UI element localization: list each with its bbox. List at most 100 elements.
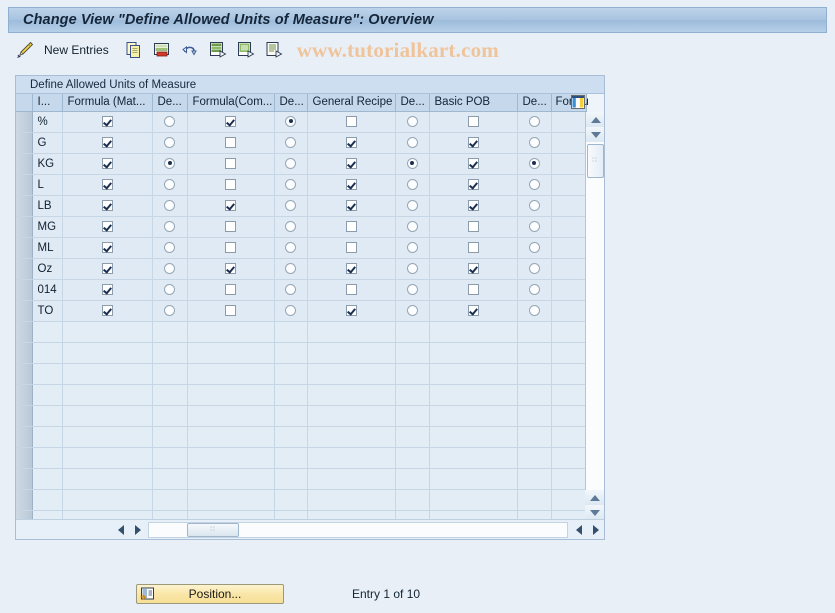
radio-default_recipe[interactable] <box>395 174 429 195</box>
cell-formula_extra[interactable] <box>551 174 586 195</box>
horizontal-scrollbar[interactable]: ∷ <box>16 519 604 539</box>
cell-empty-default_pob[interactable] <box>517 342 551 363</box>
checkbox-general_recipe[interactable] <box>307 279 395 300</box>
scroll-page-down-button[interactable] <box>585 505 604 520</box>
radio-default_component[interactable] <box>274 132 307 153</box>
table-row[interactable]: % <box>16 111 586 132</box>
cell-formula_extra[interactable] <box>551 216 586 237</box>
table-row[interactable]: LB <box>16 195 586 216</box>
cell-empty-formula_component[interactable] <box>187 468 274 489</box>
table-row[interactable]: L <box>16 174 586 195</box>
radio-default_pob[interactable] <box>517 111 551 132</box>
checkbox-formula_component[interactable] <box>187 237 274 258</box>
cell-empty-formula_material[interactable] <box>62 426 152 447</box>
checkbox-general_recipe[interactable] <box>307 111 395 132</box>
cell-empty-default_recipe[interactable] <box>395 321 429 342</box>
radio-default_component[interactable] <box>274 111 307 132</box>
row-selector[interactable] <box>16 216 32 237</box>
vertical-scroll-thumb[interactable]: ∷ <box>587 144 604 178</box>
cell-empty-formula_extra[interactable] <box>551 384 586 405</box>
radio-default_material[interactable] <box>152 195 187 216</box>
table-row-empty[interactable] <box>16 363 586 384</box>
cell-empty-basic_pob[interactable] <box>429 468 517 489</box>
checkbox-basic_pob[interactable] <box>429 153 517 174</box>
cell-empty-formula_extra[interactable] <box>551 405 586 426</box>
radio-default_pob[interactable] <box>517 153 551 174</box>
cell-empty-formula_component[interactable] <box>187 363 274 384</box>
scroll-left-button[interactable] <box>112 522 129 538</box>
radio-default_recipe[interactable] <box>395 237 429 258</box>
cell-empty-default_component[interactable] <box>274 342 307 363</box>
scroll-down-button[interactable] <box>586 127 604 142</box>
radio-default_recipe[interactable] <box>395 111 429 132</box>
radio-default_pob[interactable] <box>517 258 551 279</box>
column-header-default_component[interactable]: De... <box>274 94 307 111</box>
checkbox-formula_component[interactable] <box>187 279 274 300</box>
radio-default_material[interactable] <box>152 258 187 279</box>
table-row-empty[interactable] <box>16 384 586 405</box>
cell-empty-default_component[interactable] <box>274 363 307 384</box>
cell-unit[interactable]: 014 <box>32 279 62 300</box>
table-row[interactable]: ML <box>16 237 586 258</box>
cell-formula_extra[interactable] <box>551 111 586 132</box>
cell-unit[interactable]: ML <box>32 237 62 258</box>
cell-empty-unit[interactable] <box>32 489 62 510</box>
table-row[interactable]: G <box>16 132 586 153</box>
cell-empty-default_pob[interactable] <box>517 468 551 489</box>
cell-empty-basic_pob[interactable] <box>429 447 517 468</box>
cell-empty-general_recipe[interactable] <box>307 342 395 363</box>
radio-default_component[interactable] <box>274 237 307 258</box>
row-selector[interactable] <box>16 489 32 510</box>
radio-default_material[interactable] <box>152 132 187 153</box>
table-row[interactable]: KG <box>16 153 586 174</box>
cell-empty-general_recipe[interactable] <box>307 426 395 447</box>
cell-empty-default_recipe[interactable] <box>395 426 429 447</box>
radio-default_recipe[interactable] <box>395 195 429 216</box>
row-selector[interactable] <box>16 153 32 174</box>
checkbox-general_recipe[interactable] <box>307 216 395 237</box>
cell-empty-formula_extra[interactable] <box>551 489 586 510</box>
cell-empty-formula_material[interactable] <box>62 363 152 384</box>
checkbox-formula_component[interactable] <box>187 258 274 279</box>
radio-default_component[interactable] <box>274 258 307 279</box>
table-row[interactable]: Oz <box>16 258 586 279</box>
cell-empty-default_component[interactable] <box>274 405 307 426</box>
row-selector[interactable] <box>16 468 32 489</box>
checkbox-basic_pob[interactable] <box>429 237 517 258</box>
scroll-up-button[interactable] <box>586 112 604 127</box>
cell-unit[interactable]: MG <box>32 216 62 237</box>
scroll-right-end-button[interactable] <box>587 522 604 538</box>
column-header-unit[interactable]: I... <box>32 94 62 111</box>
row-selector[interactable] <box>16 426 32 447</box>
checkbox-basic_pob[interactable] <box>429 279 517 300</box>
radio-default_recipe[interactable] <box>395 132 429 153</box>
radio-default_pob[interactable] <box>517 195 551 216</box>
cell-empty-unit[interactable] <box>32 405 62 426</box>
deselect-all-icon[interactable] <box>235 39 257 61</box>
cell-empty-general_recipe[interactable] <box>307 468 395 489</box>
column-header-formula_component[interactable]: Formula(Com... <box>187 94 274 111</box>
radio-default_material[interactable] <box>152 237 187 258</box>
cell-empty-default_material[interactable] <box>152 468 187 489</box>
table-row-empty[interactable] <box>16 426 586 447</box>
checkbox-basic_pob[interactable] <box>429 216 517 237</box>
cell-empty-formula_component[interactable] <box>187 426 274 447</box>
column-header-default_material[interactable]: De... <box>152 94 187 111</box>
cell-empty-formula_component[interactable] <box>187 321 274 342</box>
cell-empty-formula_extra[interactable] <box>551 321 586 342</box>
checkbox-formula_material[interactable] <box>62 216 152 237</box>
radio-default_pob[interactable] <box>517 279 551 300</box>
row-selector[interactable] <box>16 342 32 363</box>
cell-empty-default_component[interactable] <box>274 447 307 468</box>
radio-default_material[interactable] <box>152 174 187 195</box>
cell-empty-formula_extra[interactable] <box>551 447 586 468</box>
cell-empty-formula_material[interactable] <box>62 342 152 363</box>
cell-unit[interactable]: % <box>32 111 62 132</box>
cell-empty-formula_material[interactable] <box>62 405 152 426</box>
cell-empty-basic_pob[interactable] <box>429 363 517 384</box>
cell-empty-default_recipe[interactable] <box>395 405 429 426</box>
cell-empty-default_component[interactable] <box>274 321 307 342</box>
radio-default_pob[interactable] <box>517 237 551 258</box>
checkbox-general_recipe[interactable] <box>307 237 395 258</box>
cell-empty-general_recipe[interactable] <box>307 384 395 405</box>
